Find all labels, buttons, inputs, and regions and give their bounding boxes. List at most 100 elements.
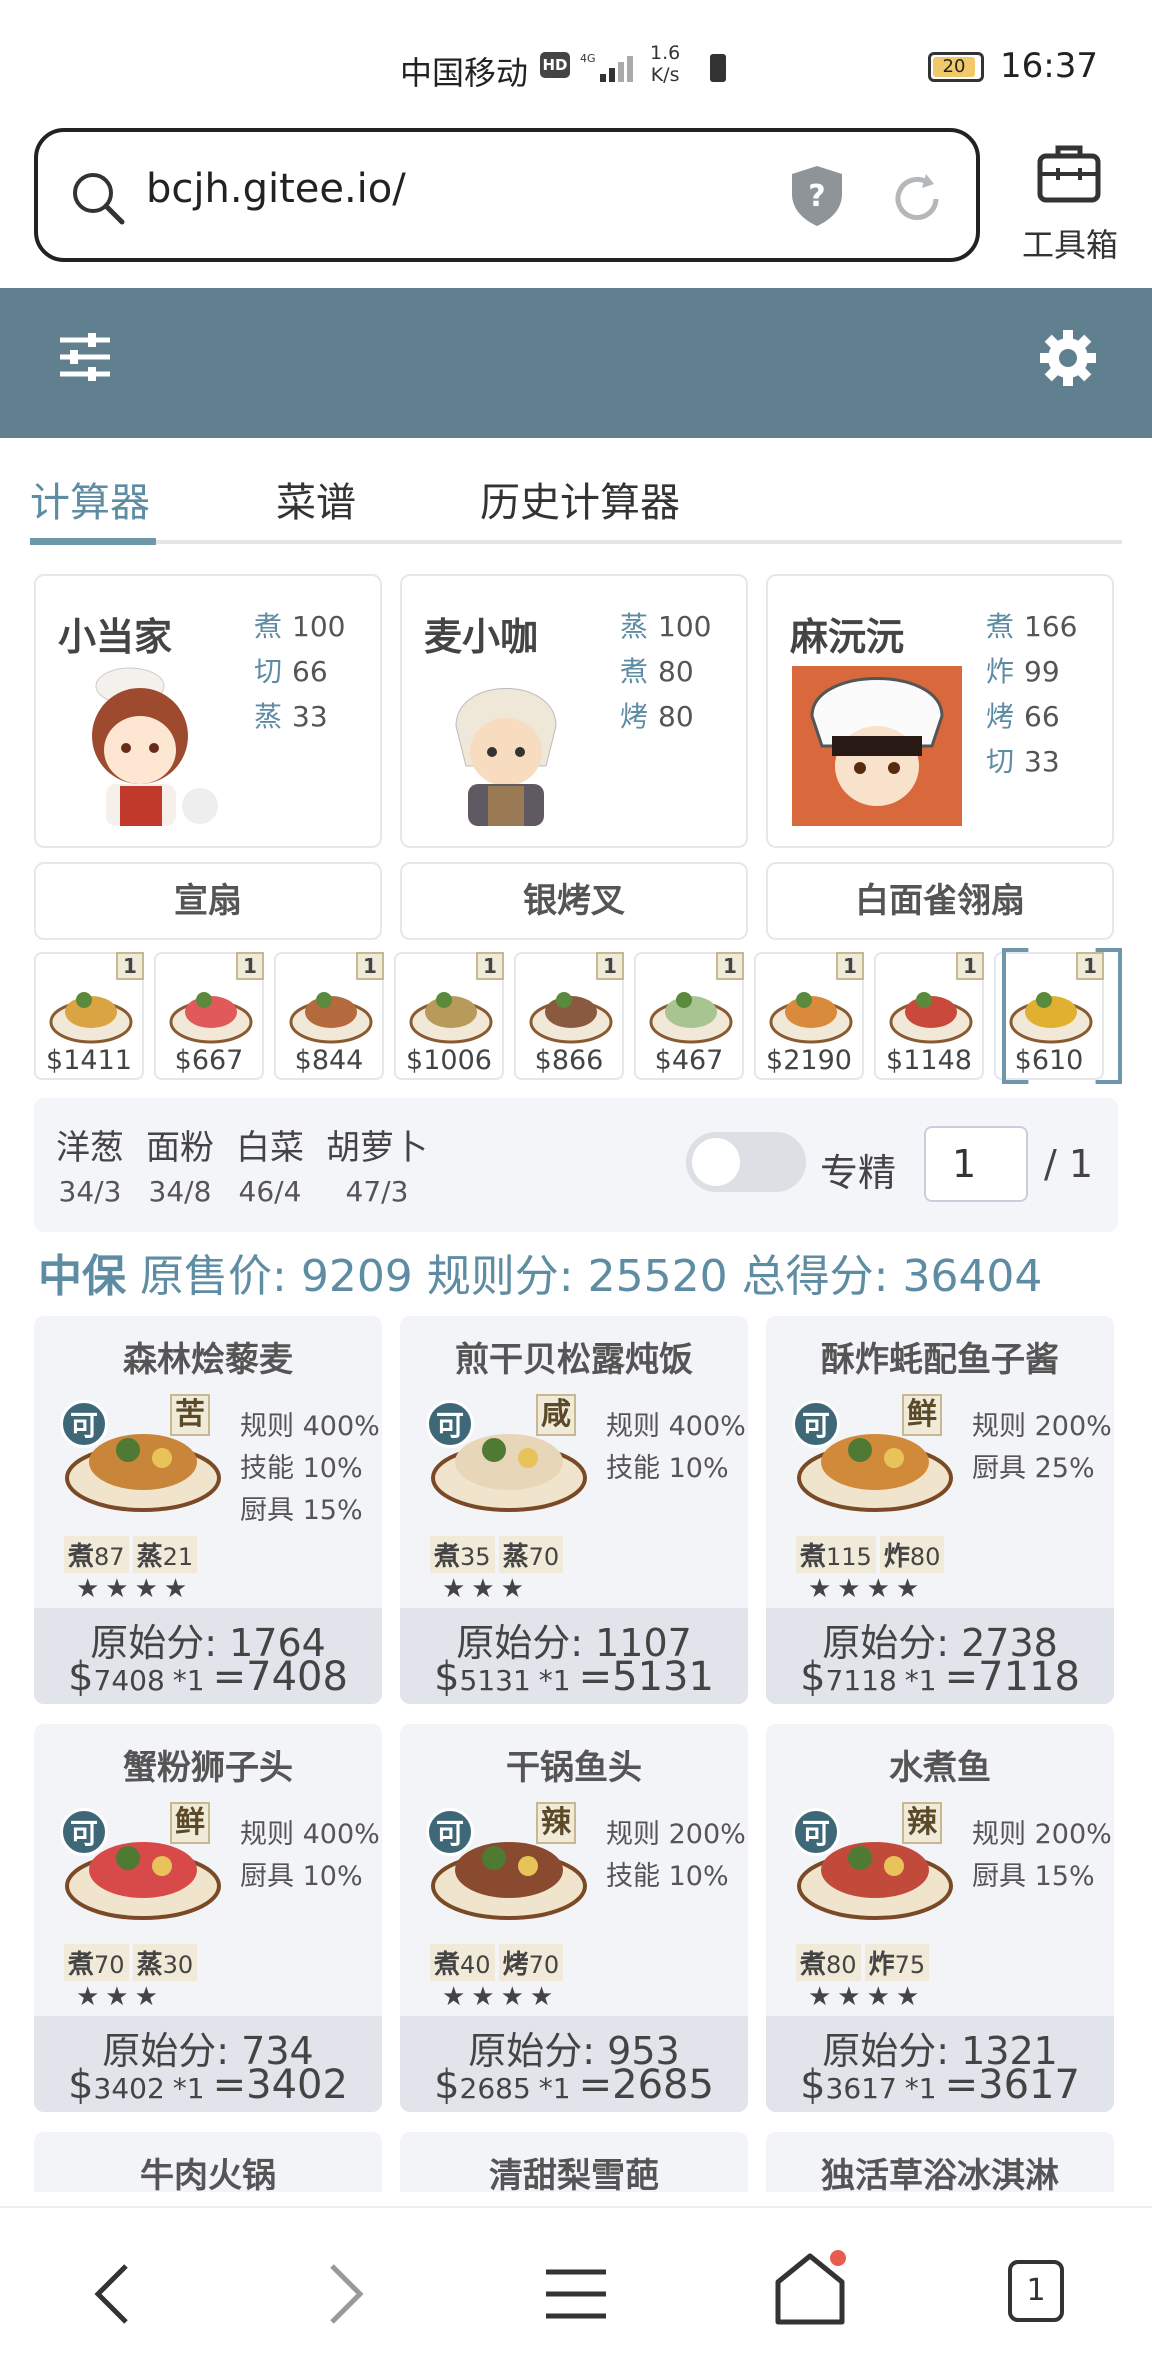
bonus-rules: 规则 200% 技能 10% — [606, 1814, 746, 1898]
equipment-slot[interactable]: 白面雀翎扇 — [766, 862, 1114, 940]
tab-active-indicator — [30, 538, 156, 545]
chef-skills: 煮 100 切 66 蒸 33 — [254, 610, 346, 733]
quantity-input[interactable]: 1 — [924, 1126, 1028, 1202]
dish-thumbnail[interactable]: 1 $2190 — [754, 952, 864, 1080]
taste-badge: 鲜 — [170, 1802, 210, 1844]
taste-badge: 辣 — [536, 1802, 576, 1844]
refresh-icon[interactable] — [888, 170, 946, 228]
equals-sign: = — [212, 1654, 247, 1700]
recipe-card[interactable]: 森林烩藜麦可苦规则 400% 技能 10% 厨具 15% 煮87 蒸21 ★★★★ 原始分:… — [34, 1316, 382, 1704]
toggle-knob — [692, 1138, 740, 1186]
dish-image — [769, 992, 853, 1044]
recipe-card[interactable]: 牛肉火锅 — [34, 2132, 382, 2196]
address-bar[interactable]: bcjh.gitee.io/ ? — [34, 128, 980, 262]
dish-thumbnail[interactable]: 1 $467 — [634, 952, 744, 1080]
tab-divider — [30, 540, 1122, 544]
skill-value: 70 — [528, 1543, 560, 1571]
dish-thumbnail[interactable]: 1 $667 — [154, 952, 264, 1080]
dish-thumbnail[interactable]: 1 $1411 — [34, 952, 144, 1080]
available-badge: 可 — [60, 1400, 108, 1448]
dish-price: $1148 — [886, 1045, 972, 1076]
toolbox-button[interactable]: 工具箱 — [1010, 134, 1130, 264]
dish-count-badge: 1 — [836, 952, 864, 980]
security-shield-icon[interactable]: ? — [788, 164, 846, 228]
available-badge: 可 — [792, 1808, 840, 1856]
chef-card[interactable]: 小当家 煮 100 切 66 蒸 33 — [34, 574, 382, 848]
specialize-toggle[interactable] — [686, 1132, 806, 1192]
dish-thumbnail[interactable]: 1 $1006 — [394, 952, 504, 1080]
settings-gear-icon[interactable] — [1038, 328, 1098, 388]
chef-portrait — [92, 667, 218, 826]
dish-thumbnail[interactable]: 1 $1148 — [874, 952, 984, 1080]
bonus-rule: 厨具 25% — [972, 1453, 1095, 1484]
skill-requirements: 煮70 蒸30 — [64, 1944, 201, 1981]
recipe-card[interactable]: 独活草浴冰淇淋 — [766, 2132, 1114, 2196]
final-price: 7408 — [246, 1654, 348, 1700]
bonus-rule: 技能 10% — [240, 1453, 363, 1484]
quantity-total: / 1 — [1044, 1142, 1094, 1186]
chef-portrait — [792, 666, 962, 826]
battery-icon: 20 — [928, 52, 984, 82]
bonus-rule: 规则 200% — [972, 1819, 1112, 1850]
skill-name: 蒸 — [136, 1542, 163, 1572]
bonus-rule: 规则 400% — [240, 1819, 380, 1850]
skill-requirements: 煮80 炸75 — [796, 1944, 933, 1981]
home-icon[interactable] — [770, 2248, 850, 2328]
chef-card[interactable]: 麦小咖 蒸 100 煮 80 烤 80 — [400, 574, 748, 848]
dish-image — [409, 992, 493, 1044]
skill-name: 蒸 — [502, 1542, 529, 1572]
status-bar: 中国移动 HD 4G 1.6 K/s 20 16:37 — [0, 0, 1152, 130]
equipment-slot[interactable]: 银烤叉 — [400, 862, 748, 940]
dish-image — [649, 992, 733, 1044]
orig-price-value: 9209 — [300, 1251, 413, 1302]
skill-requirement: 炸80 — [879, 1536, 945, 1573]
skill-name: 煮 — [800, 1542, 827, 1572]
battery-level: 20 — [933, 57, 975, 77]
price-calculation: $7408 *1 =7408 — [34, 1654, 382, 1700]
tab-calculator[interactable]: 计算器 — [30, 470, 150, 528]
bonus-rules: 规则 400% 技能 10% — [606, 1406, 746, 1490]
url-text[interactable]: bcjh.gitee.io/ — [146, 166, 406, 212]
bonus-rule: 厨具 15% — [240, 1495, 363, 1526]
equals-sign: = — [944, 1654, 979, 1700]
tabs-count-button[interactable]: 1 — [1008, 2260, 1064, 2322]
equals-sign: = — [944, 2062, 979, 2108]
recipe-name: 牛肉火锅 — [140, 2156, 276, 2196]
final-price: 7118 — [978, 1654, 1080, 1700]
menu-icon[interactable] — [544, 2266, 608, 2322]
recipe-card[interactable]: 蟹粉狮子头可鲜规则 400% 厨具 10% 煮70 蒸30 ★★★ 原始分: 734 $34… — [34, 1724, 382, 2112]
rule-score-label: 规则分: — [426, 1251, 574, 1302]
chef-card[interactable]: 麻沅沅 煮 166 炸 99 烤 66 切 33 — [766, 574, 1114, 848]
dish-count-badge: 1 — [116, 952, 144, 980]
recipe-card[interactable]: 煎干贝松露炖饭可咸规则 400% 技能 10% 煮35 蒸70 ★★★ 原始分: 1107… — [400, 1316, 748, 1704]
equipment-slot[interactable]: 宣扇 — [34, 862, 382, 940]
recipe-score-footer: 原始分: 953 $2685 *1 =2685 — [400, 2016, 748, 2112]
recipe-name: 蟹粉狮子头 — [123, 1748, 293, 1788]
price-calculation: $7118 *1 =7118 — [766, 1654, 1114, 1700]
skill-requirement: 蒸30 — [132, 1944, 198, 1981]
dish-count-badge: 1 — [236, 952, 264, 980]
unit-price: 7408 — [93, 1664, 165, 1697]
chef-portrait — [455, 688, 557, 826]
dish-thumbnail[interactable]: 1 $866 — [514, 952, 624, 1080]
forward-arrow-icon[interactable] — [324, 2262, 368, 2326]
price-calculation: $3617 *1 =3617 — [766, 2062, 1114, 2108]
equals-sign: = — [578, 2062, 613, 2108]
tab-history-calculator[interactable]: 历史计算器 — [480, 470, 680, 528]
back-arrow-icon[interactable] — [90, 2262, 134, 2326]
skill-name: 煮 — [68, 1950, 95, 1980]
equals-sign: = — [578, 1654, 613, 1700]
recipe-card[interactable]: 干锅鱼头可辣规则 200% 技能 10% 煮40 烤70 ★★★★ 原始分: 953 $26… — [400, 1724, 748, 2112]
total-score-label: 总得分: — [741, 1251, 889, 1302]
rarity-stars: ★★★ — [442, 1574, 530, 1604]
dollar-icon: $ — [800, 2062, 826, 2108]
recipe-card[interactable]: 酥炸蚝配鱼子酱可鲜规则 200% 厨具 25% 煮115 炸80 ★★★★ 原始分: 27… — [766, 1316, 1114, 1704]
recipe-card[interactable]: 水煮鱼可辣规则 200% 厨具 15% 煮80 炸75 ★★★★ 原始分: 1321 $36… — [766, 1724, 1114, 2112]
taste-badge: 辣 — [902, 1802, 942, 1844]
filter-sliders-icon[interactable] — [58, 330, 112, 384]
tab-recipes[interactable]: 菜谱 — [276, 470, 356, 528]
dish-thumbnail[interactable]: 1 $844 — [274, 952, 384, 1080]
recipe-card[interactable]: 清甜梨雪葩 — [400, 2132, 748, 2196]
score-summary: 中保 原售价: 9209 规则分: 25520 总得分: 36404 — [38, 1240, 1042, 1304]
recipe-name: 清甜梨雪葩 — [489, 2156, 659, 2196]
